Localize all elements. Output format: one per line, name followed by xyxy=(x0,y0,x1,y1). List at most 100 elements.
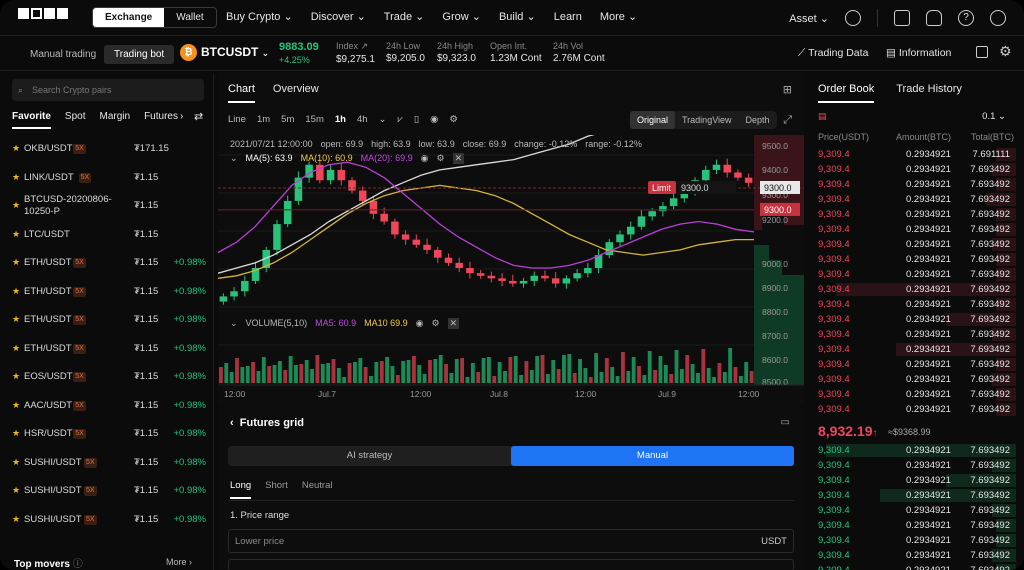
swap-icon[interactable]: ⇄ xyxy=(194,110,203,123)
trading-bot-button[interactable]: Trading bot xyxy=(104,45,175,64)
market-row[interactable]: ★ LINK/USDT 5X ₮1.15 xyxy=(8,164,208,192)
market-row[interactable]: ★ SUSHI/USDT 5X ₮1.15 +0.98% xyxy=(8,449,208,477)
star-icon[interactable]: ★ xyxy=(12,457,20,468)
bid-row[interactable]: 9,309.4 0.2934921 7.693492 xyxy=(808,533,1016,548)
ask-row[interactable]: 9,309.4 0.2934921 7.693492 xyxy=(808,402,1016,417)
upper-price-input[interactable] xyxy=(228,559,794,570)
star-icon[interactable]: ★ xyxy=(12,314,20,325)
manual-trading-button[interactable]: Manual trading xyxy=(20,45,106,64)
lower-price-input[interactable]: Lower price USDT xyxy=(228,529,794,553)
chevron-down-icon[interactable]: ⌄ xyxy=(230,153,238,164)
tab-spot[interactable]: Spot xyxy=(65,111,86,129)
ask-row[interactable]: 9,309.4 0.2934921 7.693492 xyxy=(808,192,1016,207)
ask-row[interactable]: 9,309.4 0.2934921 7.693492 xyxy=(808,342,1016,357)
star-icon[interactable]: ★ xyxy=(12,514,20,525)
bid-row[interactable]: 9,309.4 0.2934921 7.693492 xyxy=(808,473,1016,488)
settings-icon[interactable]: ⚙ xyxy=(449,114,458,125)
tab-chart[interactable]: Chart xyxy=(228,83,255,103)
market-row[interactable]: ★ ETH/USDT 5X ₮1.15 +0.98% xyxy=(8,335,208,363)
ask-row[interactable]: 9,309.4 0.2934921 7.693492 xyxy=(808,372,1016,387)
draw-icon[interactable]: ▯ xyxy=(414,114,419,125)
star-icon[interactable]: ★ xyxy=(12,343,20,354)
ask-row[interactable]: 9,309.4 0.2934921 7.693492 xyxy=(808,177,1016,192)
fullscreen-icon[interactable]: ⤢ xyxy=(783,114,792,127)
asset-menu[interactable]: Asset ⌄ xyxy=(789,12,829,25)
book-icon[interactable]: ▭ xyxy=(781,417,790,428)
tab-long[interactable]: Long xyxy=(230,480,252,499)
futures-grid-title[interactable]: ‹ Futures grid xyxy=(230,417,304,429)
tab-futures[interactable]: Futures xyxy=(144,111,178,129)
precision-select[interactable]: 0.1 ⌄ xyxy=(982,111,1006,122)
info-circle-icon[interactable]: ⓘ xyxy=(73,559,83,570)
tab-favorite[interactable]: Favorite xyxy=(12,111,51,129)
star-icon[interactable]: ★ xyxy=(12,172,20,183)
settings-icon[interactable]: ⚙ xyxy=(437,153,445,164)
bid-row[interactable]: 9,309.4 0.2934921 7.693492 xyxy=(808,563,1016,570)
ask-row[interactable]: 9,309.4 0.2934921 7.693492 xyxy=(808,222,1016,237)
trading-data-button[interactable]: ⟋ Trading Data xyxy=(798,47,868,60)
interval-4h[interactable]: 4h xyxy=(357,114,368,125)
market-row[interactable]: ★ SUSHI/USDT 5X ₮1.15 +0.98% xyxy=(8,506,208,534)
download-icon[interactable] xyxy=(894,10,910,26)
bid-row[interactable]: 9,309.4 0.2934921 7.693492 xyxy=(808,518,1016,533)
globe-icon[interactable] xyxy=(990,10,1006,26)
market-row[interactable]: ★ AAC/USDT 5X ₮1.15 +0.98% xyxy=(8,392,208,420)
menu-more[interactable]: More ⌄ xyxy=(600,0,637,36)
ask-row[interactable]: 9,309.4 0.2934921 7.693492 xyxy=(808,297,1016,312)
market-row[interactable]: ★ BTCUSD-20200806- 10250-P ₮1.15 xyxy=(8,192,208,220)
okx-logo[interactable] xyxy=(18,8,68,19)
external-link-icon[interactable]: ↗ xyxy=(361,41,369,51)
star-icon[interactable]: ★ xyxy=(12,485,20,496)
market-row[interactable]: ★ ETH/USDT 5X ₮1.15 +0.98% xyxy=(8,306,208,334)
bid-row[interactable]: 9,309.4 0.2934921 7.693492 xyxy=(808,503,1016,518)
layout-icon[interactable] xyxy=(976,46,988,58)
chevron-left-icon[interactable]: ‹ xyxy=(230,417,234,429)
candlestick-chart[interactable]: 9500.0 9400.0 9300.0 9200.0 9000.0 8900.0 8800… xyxy=(217,112,804,405)
bid-row[interactable]: 9,309.4 0.2934921 7.693492 xyxy=(808,443,1016,458)
star-icon[interactable]: ★ xyxy=(12,200,20,211)
settings-gear-icon[interactable]: ⚙ xyxy=(999,43,1012,60)
ask-row[interactable]: 9,309.4 0.2934921 7.693492 xyxy=(808,282,1016,297)
interval-1m[interactable]: 1m xyxy=(257,114,270,125)
chevron-down-icon[interactable]: ⌄ xyxy=(230,318,238,329)
interval-15m[interactable]: 15m xyxy=(305,114,323,125)
ask-row[interactable]: 9,309.4 0.2934921 7.693492 xyxy=(808,312,1016,327)
star-icon[interactable]: ★ xyxy=(12,371,20,382)
wallet-tab[interactable]: Wallet xyxy=(164,8,215,27)
tab-margin[interactable]: Margin xyxy=(99,111,130,129)
chevron-right-icon[interactable]: › xyxy=(180,111,183,122)
star-icon[interactable]: ★ xyxy=(12,257,20,268)
market-row[interactable]: ★ ETH/USDT 5X ₮1.15 +0.98% xyxy=(8,249,208,277)
mode-ai-strategy[interactable]: AI strategy xyxy=(228,446,511,466)
star-icon[interactable]: ★ xyxy=(12,286,20,297)
view-original[interactable]: Original xyxy=(630,111,676,129)
eye-icon[interactable]: ◉ xyxy=(421,153,429,164)
bid-row[interactable]: 9,309.4 0.2934921 7.693492 xyxy=(808,458,1016,473)
eye-icon[interactable]: ◉ xyxy=(416,318,424,329)
ask-row[interactable]: 9,309.4 0.2934921 7.693492 xyxy=(808,327,1016,342)
ask-row[interactable]: 9,309.4 0.2934921 7.693492 xyxy=(808,387,1016,402)
market-row[interactable]: ★ OKB/USDT 5X ₮171.15 xyxy=(8,135,208,163)
asks-icon[interactable]: ▤ xyxy=(818,111,827,121)
menu-build[interactable]: Build ⌄ xyxy=(499,0,536,36)
ask-row[interactable]: 9,309.4 0.2934921 7.693492 xyxy=(808,252,1016,267)
star-icon[interactable]: ★ xyxy=(12,229,20,240)
menu-trade[interactable]: Trade ⌄ xyxy=(384,0,425,36)
ask-row[interactable]: 9,309.4 0.2934921 7.691111 xyxy=(808,147,1016,162)
bid-row[interactable]: 9,309.4 0.2934921 7.693492 xyxy=(808,488,1016,503)
interval-5m[interactable]: 5m xyxy=(281,114,294,125)
menu-grow[interactable]: Grow ⌄ xyxy=(442,0,481,36)
market-row[interactable]: ★ EOS/USDT 5X ₮1.15 +0.98% xyxy=(8,363,208,391)
close-icon[interactable]: ✕ xyxy=(452,153,465,164)
ask-row[interactable]: 9,309.4 0.2934921 7.693492 xyxy=(808,207,1016,222)
star-icon[interactable]: ★ xyxy=(12,428,20,439)
mode-manual[interactable]: Manual xyxy=(511,446,794,466)
market-row[interactable]: ★ SUSHI/USDT 5X ₮1.15 +0.98% xyxy=(8,477,208,505)
interval-1h[interactable]: 1h xyxy=(335,114,346,125)
market-row[interactable]: ★ HSR/USDT 5X ₮1.15 +0.98% xyxy=(8,420,208,448)
symbol-selector[interactable]: BTCUSDT ⌄ xyxy=(201,45,269,59)
settings-icon[interactable]: ⚙ xyxy=(432,318,440,329)
ask-row[interactable]: 9,309.4 0.2934921 7.693492 xyxy=(808,162,1016,177)
ask-row[interactable]: 9,309.4 0.2934921 7.693492 xyxy=(808,357,1016,372)
menu-discover[interactable]: Discover ⌄ xyxy=(311,0,366,36)
